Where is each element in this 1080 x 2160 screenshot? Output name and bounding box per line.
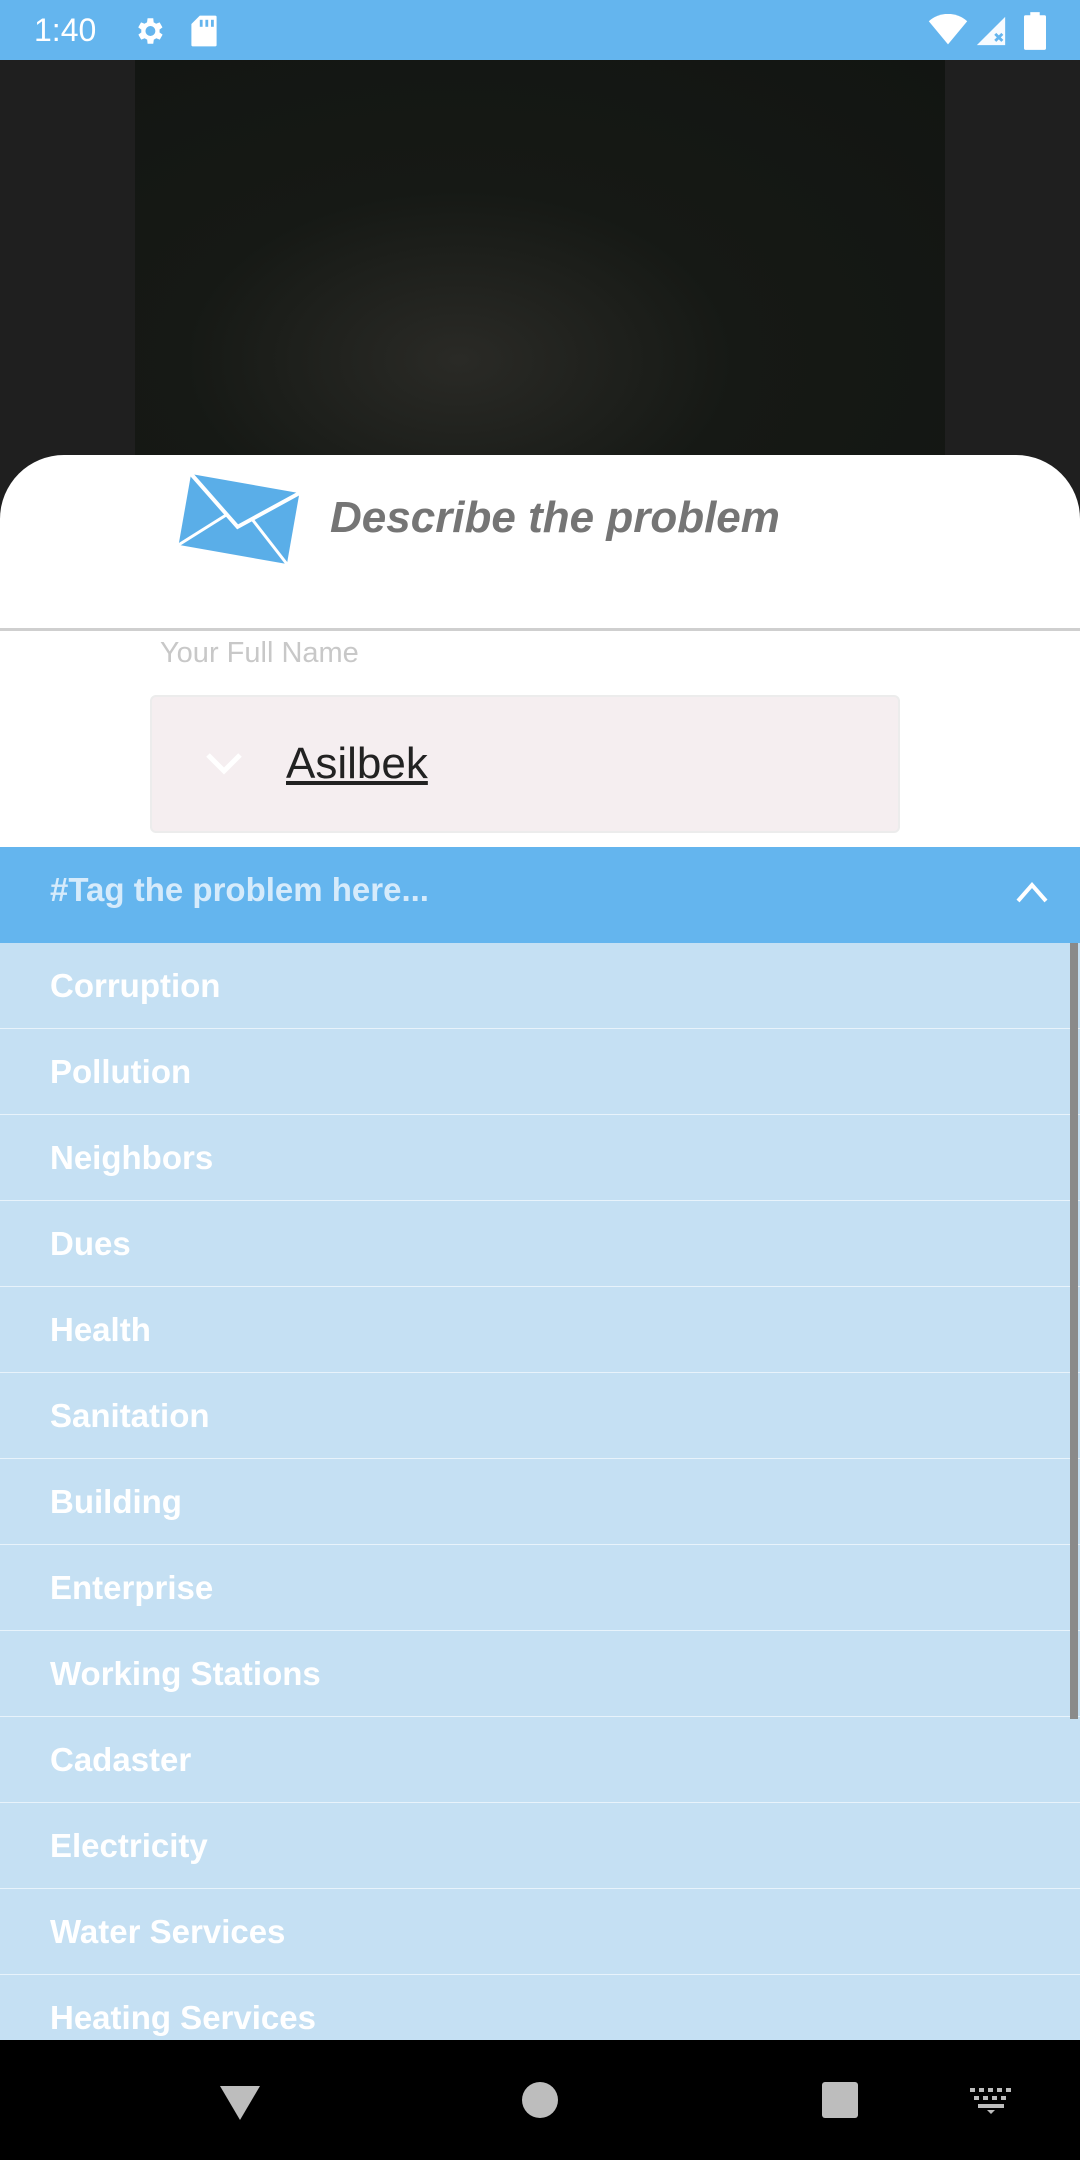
- tag-option-enterprise[interactable]: Enterprise: [0, 1545, 1080, 1631]
- tag-option-label: Building: [50, 1483, 182, 1520]
- name-field-label: Your Full Name: [160, 637, 359, 669]
- tag-option-dues[interactable]: Dues: [0, 1201, 1080, 1287]
- signal-icon: [976, 16, 1006, 46]
- status-bar: 1:40: [0, 0, 1080, 60]
- tag-option-neighbors[interactable]: Neighbors: [0, 1115, 1080, 1201]
- envelope-icon: [178, 472, 300, 565]
- status-time: 1:40: [34, 12, 97, 48]
- back-icon[interactable]: [218, 2084, 262, 2122]
- chevron-down-icon[interactable]: [204, 749, 244, 777]
- tag-option-pollution[interactable]: Pollution: [0, 1029, 1080, 1115]
- sheet-header: Describe the problem: [0, 455, 1080, 631]
- tag-option-working-stations[interactable]: Working Stations: [0, 1631, 1080, 1717]
- tag-option-list[interactable]: Corruption Pollution Neighbors Dues Heal…: [0, 943, 1080, 2040]
- tag-option-label: Neighbors: [50, 1139, 214, 1176]
- keyboard-icon[interactable]: [970, 2088, 1012, 2114]
- tag-option-label: Working Stations: [50, 1655, 321, 1692]
- tag-option-label: Electricity: [50, 1827, 208, 1864]
- tag-option-cadaster[interactable]: Cadaster: [0, 1717, 1080, 1803]
- battery-icon: [1024, 12, 1046, 50]
- sheet-title: Describe the problem: [330, 493, 780, 542]
- tag-option-label: Dues: [50, 1225, 131, 1262]
- name-field[interactable]: Asilbek: [150, 695, 900, 833]
- tag-dropdown-header[interactable]: #Tag the problem here...: [0, 847, 1080, 943]
- gear-icon: [138, 18, 163, 44]
- tag-option-label: Water Services: [50, 1913, 286, 1950]
- background-video: [0, 60, 1080, 460]
- tag-option-heating-services[interactable]: Heating Services: [0, 1975, 1080, 2040]
- tag-option-label: Health: [50, 1311, 151, 1348]
- tag-option-label: Heating Services: [50, 1999, 316, 2036]
- tag-option-label: Cadaster: [50, 1741, 192, 1778]
- bottom-sheet: Describe the problem Your Full Name Asil…: [0, 455, 1080, 2040]
- tag-dropdown[interactable]: #Tag the problem here... Corruption Poll…: [0, 847, 1080, 2040]
- tag-option-sanitation[interactable]: Sanitation: [0, 1373, 1080, 1459]
- tag-option-building[interactable]: Building: [0, 1459, 1080, 1545]
- tag-option-label: Enterprise: [50, 1569, 214, 1606]
- scrollbar[interactable]: [1070, 943, 1078, 1719]
- tag-option-corruption[interactable]: Corruption: [0, 943, 1080, 1029]
- tag-option-electricity[interactable]: Electricity: [0, 1803, 1080, 1889]
- tag-option-label: Pollution: [50, 1053, 192, 1090]
- recents-icon[interactable]: [822, 2082, 858, 2118]
- home-icon[interactable]: [522, 2082, 558, 2118]
- chevron-up-icon[interactable]: [1014, 879, 1050, 905]
- wifi-icon: [928, 14, 968, 45]
- tag-option-label: Sanitation: [50, 1397, 210, 1434]
- tag-option-water-services[interactable]: Water Services: [0, 1889, 1080, 1975]
- video-frame: [135, 60, 945, 460]
- tag-option-health[interactable]: Health: [0, 1287, 1080, 1373]
- tag-option-label: Corruption: [50, 967, 221, 1004]
- tag-dropdown-placeholder[interactable]: #Tag the problem here...: [50, 871, 429, 909]
- navigation-bar: [0, 2040, 1080, 2160]
- sd-card-icon: [191, 15, 217, 47]
- name-field-value[interactable]: Asilbek: [286, 739, 428, 789]
